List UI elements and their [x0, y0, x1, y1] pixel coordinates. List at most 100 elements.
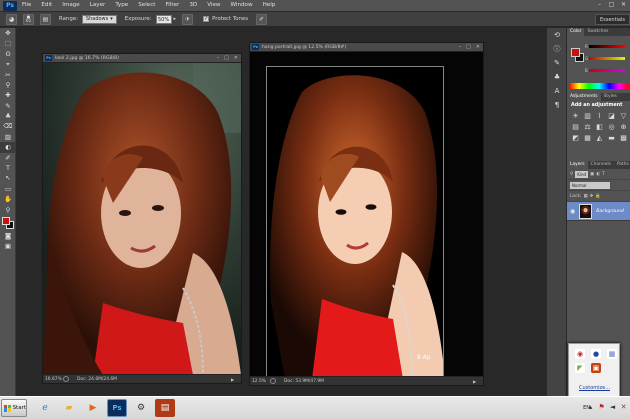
menu-help[interactable]: Help: [258, 0, 281, 11]
brush-preset-picker[interactable]: ● 65: [23, 13, 34, 25]
black-white-icon[interactable]: ◧: [595, 123, 604, 132]
customize-link[interactable]: Customize...: [579, 385, 610, 391]
menu-3d[interactable]: 3D: [184, 0, 202, 11]
status-menu-arrow-icon[interactable]: ▶: [231, 377, 241, 382]
antivirus-tray-icon[interactable]: ◉: [575, 349, 585, 359]
curves-icon[interactable]: ⌇: [595, 112, 604, 121]
paragraph-panel-icon[interactable]: ¶: [547, 98, 567, 112]
exposure-input[interactable]: 50%: [155, 14, 172, 24]
pressure-icon[interactable]: ✐: [256, 13, 268, 25]
posterize-icon[interactable]: ▦: [583, 134, 592, 143]
eyedropper-tool-icon[interactable]: ⚲: [0, 80, 16, 90]
menu-select[interactable]: Select: [133, 0, 160, 11]
lasso-tool-icon[interactable]: ʘ: [0, 49, 16, 59]
tab-color[interactable]: Color: [567, 28, 585, 36]
color-balance-icon[interactable]: ⚖: [583, 123, 592, 132]
canvas-photo[interactable]: [43, 63, 241, 375]
nvidia-tray-icon[interactable]: ◤: [575, 363, 585, 373]
kind-select[interactable]: Kind: [575, 170, 589, 178]
hue-saturation-icon[interactable]: ▤: [571, 123, 580, 132]
tab-swatches[interactable]: Swatches: [584, 28, 611, 36]
color-panel-fg-swatch[interactable]: [571, 48, 580, 57]
path-select-tool-icon[interactable]: ↖: [0, 173, 16, 183]
flag-icon[interactable]: ⚑: [597, 401, 606, 413]
airbrush-icon[interactable]: ✈: [182, 13, 194, 25]
color-swatches[interactable]: [0, 215, 16, 231]
volume-icon[interactable]: ◄: [608, 401, 617, 413]
menu-layer[interactable]: Layer: [85, 0, 111, 11]
canvas-photo[interactable]: 8 Ap: [266, 66, 444, 378]
zoom-tool-icon[interactable]: ⚲: [0, 205, 16, 215]
menu-filter[interactable]: Filter: [160, 0, 184, 11]
utility-icon[interactable]: ⚙: [131, 399, 151, 417]
invert-icon[interactable]: ◩: [571, 134, 580, 143]
burn-tool-icon[interactable]: ◐: [0, 142, 16, 153]
workspace-switcher[interactable]: Essentials: [594, 14, 630, 25]
menu-window[interactable]: Window: [226, 0, 258, 11]
status-menu-arrow-icon[interactable]: ▶: [473, 379, 483, 384]
tab-adjustments[interactable]: Adjustments: [567, 93, 601, 101]
menu-file[interactable]: File: [17, 0, 36, 11]
crop-tool-icon[interactable]: ✂: [0, 70, 16, 80]
vibrance-icon[interactable]: ▽: [619, 112, 628, 121]
folder-icon[interactable]: ▰: [59, 399, 79, 417]
doc-close-icon[interactable]: ✕: [234, 55, 238, 61]
utility-tray-icon[interactable]: ▣: [591, 363, 601, 373]
status-info-icon[interactable]: [270, 378, 276, 384]
tab-channels[interactable]: Channels: [588, 161, 614, 169]
g-slider[interactable]: [589, 57, 625, 60]
layer-row-background[interactable]: ◉ Background: [567, 202, 630, 221]
hand-tool-icon[interactable]: ✋: [0, 194, 16, 204]
doc-minimize-icon[interactable]: –: [217, 55, 220, 61]
network-icon[interactable]: ✕: [619, 401, 628, 413]
pen-tool-icon[interactable]: ✐: [0, 153, 16, 163]
show-hidden-icons-icon[interactable]: ▴: [586, 401, 595, 413]
doc-close-icon[interactable]: ✕: [476, 44, 480, 50]
document-title-bar[interactable]: Ps kool 2.jpg @ 16.7% (RGB/8) – □ ✕: [43, 54, 241, 63]
media-icon[interactable]: ▶: [83, 399, 103, 417]
threshold-icon[interactable]: ◭: [595, 134, 604, 143]
photoshop-icon[interactable]: Ps: [107, 399, 127, 417]
tab-paths[interactable]: Paths: [614, 161, 630, 169]
b-slider[interactable]: [589, 69, 625, 72]
clone-stamp-tool-icon[interactable]: ♣: [0, 111, 16, 121]
lock-pixels-icon[interactable]: ▦: [584, 194, 588, 199]
selective-color-icon[interactable]: ▩: [619, 134, 628, 143]
protect-tones-checkbox[interactable]: ✓: [203, 16, 210, 22]
eye-icon[interactable]: ◉: [570, 208, 575, 215]
lock-all-icon[interactable]: 🔒: [595, 194, 600, 199]
menu-view[interactable]: View: [202, 0, 225, 11]
photo-filter-icon[interactable]: ◎: [607, 123, 616, 132]
levels-icon[interactable]: ▥: [583, 112, 592, 121]
quick-select-tool-icon[interactable]: ⌖: [0, 59, 16, 69]
eraser-tool-icon[interactable]: ⌫: [0, 122, 16, 132]
marquee-tool-icon[interactable]: ⬚: [0, 38, 16, 48]
menu-edit[interactable]: Edit: [36, 0, 57, 11]
doc-maximize-icon[interactable]: □: [224, 55, 229, 61]
start-button[interactable]: Start: [1, 399, 27, 417]
blend-mode-select[interactable]: Normal: [570, 181, 610, 189]
zip-icon[interactable]: ▤: [155, 399, 175, 417]
zoom-readout[interactable]: 16.67%: [43, 377, 63, 382]
ie-icon[interactable]: ℯ: [35, 399, 55, 417]
minimize-button[interactable]: –: [595, 1, 604, 9]
close-button[interactable]: ✕: [619, 1, 628, 9]
move-tool-icon[interactable]: ✥: [0, 28, 16, 38]
exposure-icon[interactable]: ◪: [607, 112, 616, 121]
character-panel-icon[interactable]: A: [547, 84, 567, 98]
foreground-color-swatch[interactable]: [2, 217, 10, 226]
doc-minimize-icon[interactable]: –: [459, 44, 462, 50]
channel-mixer-icon[interactable]: ⊕: [619, 123, 628, 132]
brush-panel-icon[interactable]: ▤: [40, 13, 51, 25]
history-panel-icon[interactable]: ⟲: [547, 28, 567, 42]
healing-tool-icon[interactable]: ✚: [0, 90, 16, 100]
brush-panel-icon[interactable]: ✎: [547, 56, 567, 70]
maximize-button[interactable]: □: [607, 1, 616, 9]
shape-tool-icon[interactable]: ▭: [0, 184, 16, 194]
status-info-icon[interactable]: [63, 376, 69, 382]
lock-position-icon[interactable]: ✥: [590, 194, 594, 199]
filter-adjust-icon[interactable]: ◐: [596, 172, 600, 177]
quick-mask-icon[interactable]: ◙: [0, 231, 16, 241]
properties-panel-icon[interactable]: ⓘ: [547, 42, 567, 56]
filter-type-icon[interactable]: T: [602, 172, 605, 177]
